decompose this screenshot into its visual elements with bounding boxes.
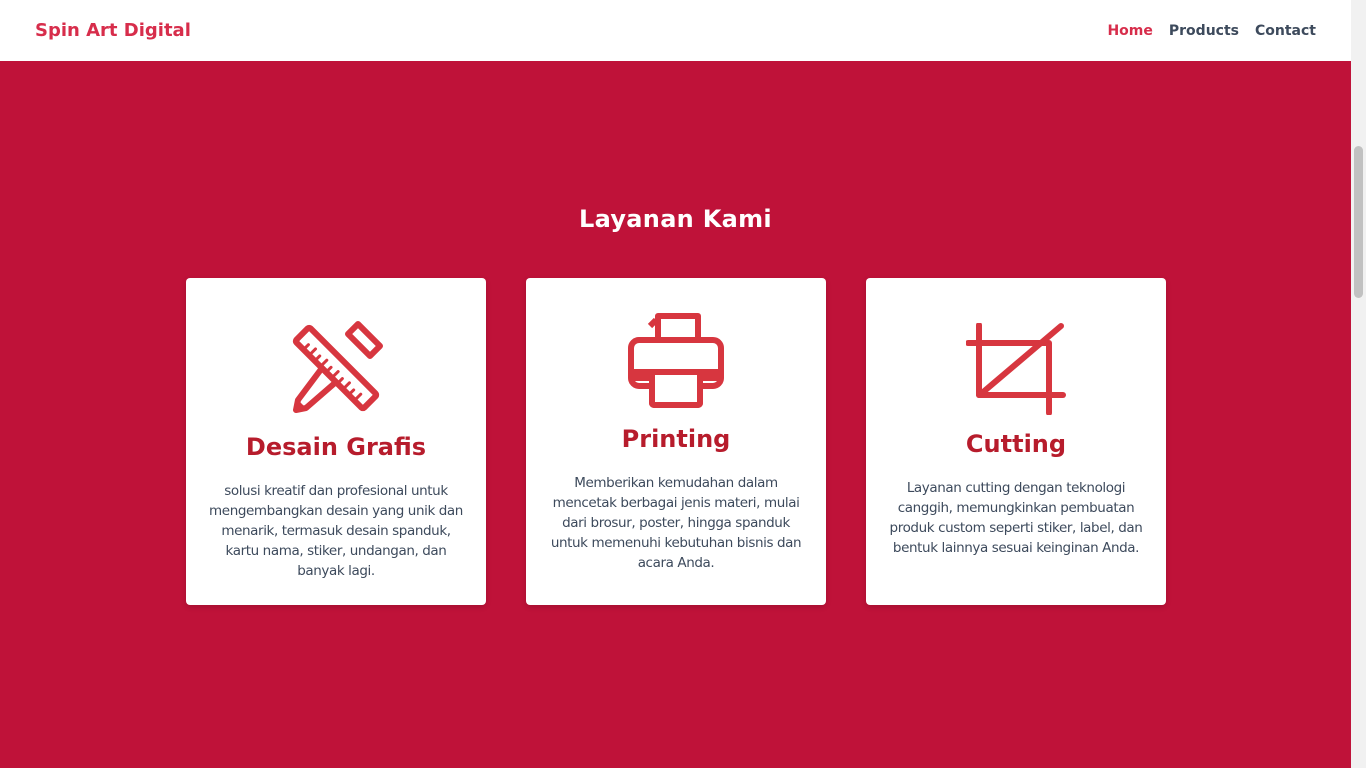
- service-card-cutting: Cutting Layanan cutting dengan teknologi…: [866, 278, 1166, 605]
- services-section: Layanan Kami Desain Grafis solusi kreati…: [0, 61, 1351, 768]
- section-title: Layanan Kami: [579, 205, 772, 233]
- page-scrollbar[interactable]: [1351, 0, 1366, 768]
- card-description: solusi kreatif dan profesional untuk men…: [209, 483, 463, 579]
- card-title: Cutting: [965, 430, 1067, 458]
- brand-logo[interactable]: Spin Art Digital: [35, 20, 191, 41]
- nav-link-products[interactable]: Products: [1169, 23, 1239, 39]
- card-title: Printing: [621, 425, 731, 453]
- card-description: Memberikan kemudahan dalam mencetak berb…: [550, 475, 802, 571]
- printer-icon: [526, 308, 826, 410]
- service-card-printing: Printing Memberikan kemudahan dalam menc…: [526, 278, 826, 605]
- scrollbar-thumb[interactable]: [1354, 146, 1363, 298]
- card-description: Layanan cutting dengan teknologi canggih…: [889, 480, 1143, 556]
- card-title: Desain Grafis: [245, 433, 427, 461]
- ruler-pencil-icon: [186, 318, 486, 418]
- service-card-desain-grafis: Desain Grafis solusi kreatif dan profesi…: [186, 278, 486, 605]
- nav-link-contact[interactable]: Contact: [1255, 23, 1316, 39]
- nav-links: Home Products Contact: [1107, 23, 1316, 39]
- nav-link-home[interactable]: Home: [1107, 23, 1152, 39]
- navbar: Spin Art Digital Home Products Contact: [0, 0, 1351, 61]
- crop-icon: [866, 323, 1166, 415]
